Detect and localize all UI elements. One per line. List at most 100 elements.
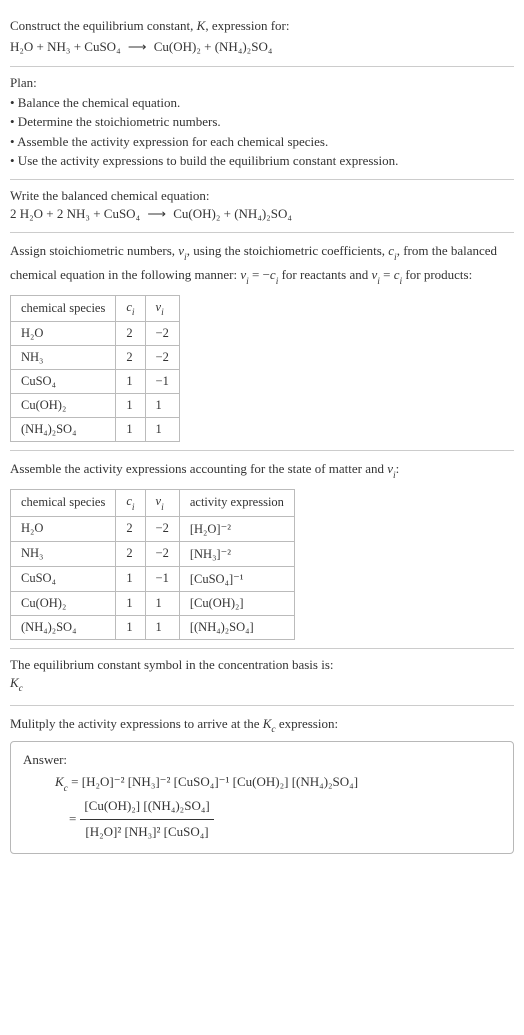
cell-species: Cu(OH)₂: [11, 394, 116, 418]
unbalanced-equation: H₂O + NH₃ + CuSO₄ ⟶ Cu(OH)₂ + (NH₄)₂SO₄: [10, 37, 514, 58]
cell-v: −1: [145, 566, 179, 591]
balanced-equation: 2 H₂O + 2 NH₃ + CuSO₄ ⟶ Cu(OH)₂ + (NH₄)₂…: [10, 204, 514, 225]
col-species: chemical species: [11, 490, 116, 517]
table-row: H₂O2−2[H₂O]⁻²: [11, 516, 295, 541]
cell-species: CuSO₄: [11, 566, 116, 591]
answer-expression: Kc = [H₂O]⁻² [NH₃]⁻² [CuSO₄]⁻¹ [Cu(OH)₂]…: [23, 772, 501, 842]
prompt-text-b: , expression for:: [205, 18, 289, 33]
reaction-arrow-icon: ⟶: [143, 204, 170, 225]
section-activity-table: Assemble the activity expressions accoun…: [10, 451, 514, 648]
c: c: [394, 267, 400, 282]
cell-v: −2: [145, 541, 179, 566]
sub-i: i: [394, 253, 397, 263]
fraction: [Cu(OH)₂] [(NH₄)₂SO₄] [H₂O]² [NH₃]² [CuS…: [80, 796, 213, 843]
table-row: NH₃2−2: [11, 346, 180, 370]
plan-bullets: • Balance the chemical equation. • Deter…: [10, 93, 514, 171]
col-activity: activity expression: [179, 490, 294, 517]
cell-activity: [H₂O]⁻²: [179, 516, 294, 541]
cell-c: 1: [116, 418, 145, 442]
cell-species: H₂O: [11, 322, 116, 346]
c: c: [270, 267, 276, 282]
col-nui: νi: [145, 295, 179, 322]
eq-left: H₂O + NH₃ + CuSO₄: [10, 39, 121, 54]
plan-heading: Plan:: [10, 75, 514, 91]
cell-species: NH₃: [11, 346, 116, 370]
cell-c: 1: [116, 591, 145, 615]
sub-i: i: [184, 253, 187, 263]
answer-line-2: = [Cu(OH)₂] [(NH₄)₂SO₄] [H₂O]² [NH₃]² [C…: [55, 796, 218, 843]
fraction-numerator: [Cu(OH)₂] [(NH₄)₂SO₄]: [80, 796, 213, 820]
cell-c: 1: [116, 370, 145, 394]
table-row: Cu(OH)₂11[Cu(OH)₂]: [11, 591, 295, 615]
section-answer: Mulitply the activity expressions to arr…: [10, 706, 514, 862]
kc-symbol: Kc: [10, 673, 514, 697]
cell-species: (NH₄)₂SO₄: [11, 418, 116, 442]
balanced-left: 2 H₂O + 2 NH₃ + CuSO₄: [10, 206, 140, 221]
K-ital: K: [10, 675, 19, 690]
cell-species: CuSO₄: [11, 370, 116, 394]
cell-c: 2: [116, 541, 145, 566]
cell-v: −2: [145, 516, 179, 541]
table-row: CuSO₄1−1[CuSO₄]⁻¹: [11, 566, 295, 591]
eq: =: [380, 267, 394, 282]
table-row: (NH₄)₂SO₄11[(NH₄)₂SO₄]: [11, 615, 295, 639]
cell-species: Cu(OH)₂: [11, 591, 116, 615]
text: expression:: [276, 716, 338, 731]
cell-c: 1: [116, 615, 145, 639]
sub-c: c: [64, 784, 68, 794]
eq: = −: [249, 267, 270, 282]
cell-species: H₂O: [11, 516, 116, 541]
cell-v: −2: [145, 346, 179, 370]
sub-i: i: [246, 277, 249, 287]
cell-species: NH₃: [11, 541, 116, 566]
sub-c: c: [271, 725, 275, 735]
prompt-line-1: Construct the equilibrium constant, K, e…: [10, 16, 514, 37]
sub-i: i: [132, 308, 135, 318]
col-ci: ci: [116, 295, 145, 322]
eq-sign: =: [69, 809, 76, 830]
col-nui: νi: [145, 490, 179, 517]
table-row: (NH₄)₂SO₄11: [11, 418, 180, 442]
text: , using the stoichiometric coefficients,: [187, 243, 389, 258]
col-ci: ci: [116, 490, 145, 517]
answer-box: Answer: Kc = [H₂O]⁻² [NH₃]⁻² [CuSO₄]⁻¹ […: [10, 741, 514, 853]
cell-v: 1: [145, 418, 179, 442]
sub-i: i: [161, 308, 164, 318]
section-stoich-table: Assign stoichiometric numbers, νi , using…: [10, 233, 514, 451]
text: Mulitply the activity expressions to arr…: [10, 716, 263, 731]
stoich-explain: Assign stoichiometric numbers, νi, using…: [10, 241, 514, 289]
sub-i: i: [132, 503, 135, 513]
reaction-arrow-icon: ⟶: [124, 37, 151, 58]
cell-v: 1: [145, 615, 179, 639]
eq-right: Cu(OH)₂ + (NH₄)₂SO₄: [154, 39, 273, 54]
cell-activity: [NH₃]⁻²: [179, 541, 294, 566]
answer-line-1: Kc = [H₂O]⁻² [NH₃]⁻² [CuSO₄]⁻¹ [Cu(OH)₂]…: [55, 772, 358, 796]
sub-i: i: [161, 503, 164, 513]
activity-explain: Assemble the activity expressions accoun…: [10, 459, 514, 483]
cell-v: −1: [145, 370, 179, 394]
balanced-right: Cu(OH)₂ + (NH₄)₂SO₄: [173, 206, 292, 221]
cell-c: 1: [116, 394, 145, 418]
cell-c: 2: [116, 346, 145, 370]
col-species: chemical species: [11, 295, 116, 322]
table-row: H₂O2−2: [11, 322, 180, 346]
cell-activity: [CuSO₄]⁻¹: [179, 566, 294, 591]
eq-sign: =: [68, 774, 82, 789]
table-row: NH₃2−2[NH₃]⁻²: [11, 541, 295, 566]
cell-c: 1: [116, 566, 145, 591]
answer-label: Answer:: [23, 752, 501, 768]
text: Assemble the activity expressions accoun…: [10, 461, 387, 476]
cell-c: 2: [116, 322, 145, 346]
text: for products:: [402, 267, 472, 282]
cell-v: −2: [145, 322, 179, 346]
plan-bullet: • Use the activity expressions to build …: [10, 151, 514, 171]
cell-activity: [Cu(OH)₂]: [179, 591, 294, 615]
text: Assign stoichiometric numbers,: [10, 243, 178, 258]
fraction-denominator: [H₂O]² [NH₃]² [CuSO₄]: [80, 820, 213, 843]
stoich-table: chemical species ci νi H₂O2−2 NH₃2−2 CuS…: [10, 295, 180, 443]
rhs-product: [H₂O]⁻² [NH₃]⁻² [CuSO₄]⁻¹ [Cu(OH)₂] [(NH…: [82, 774, 358, 789]
sub-c: c: [19, 684, 23, 694]
answer-lead: Mulitply the activity expressions to arr…: [10, 714, 514, 738]
cell-c: 2: [116, 516, 145, 541]
cell-activity: [(NH₄)₂SO₄]: [179, 615, 294, 639]
